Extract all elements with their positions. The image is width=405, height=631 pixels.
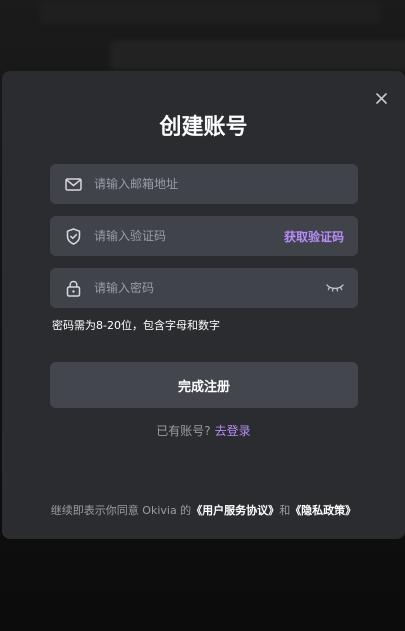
login-prompt-row: 已有账号? 去登录 xyxy=(2,422,405,439)
shield-icon xyxy=(64,227,82,245)
verification-code-input[interactable] xyxy=(92,228,284,244)
background-blur-header xyxy=(40,0,380,24)
password-hint: 密码需为8-20位，包含字母和数字 xyxy=(52,319,220,332)
background-blur-bar xyxy=(110,40,405,70)
email-field-container[interactable] xyxy=(50,164,358,204)
signup-modal: 创建账号 获取验证码 xyxy=(2,71,405,539)
user-agreement-link[interactable]: 《用户服务协议》 xyxy=(191,504,279,517)
privacy-policy-link[interactable]: 《隐私政策》 xyxy=(290,504,356,517)
go-login-link[interactable]: 去登录 xyxy=(215,424,251,438)
terms-conjunction: 和 xyxy=(279,504,291,517)
password-visibility-toggle[interactable] xyxy=(326,282,344,294)
close-icon xyxy=(375,92,387,104)
complete-registration-button[interactable]: 完成注册 xyxy=(50,362,358,408)
terms-prefix: 继续即表示你同意 Okivia 的 xyxy=(50,504,192,517)
terms-notice: 继续即表示你同意 Okivia 的《用户服务协议》和《隐私政策》 xyxy=(2,502,405,518)
get-code-button[interactable]: 获取验证码 xyxy=(284,228,344,245)
password-input[interactable] xyxy=(92,280,326,296)
login-prompt-text: 已有账号? xyxy=(156,424,211,438)
mail-icon xyxy=(64,175,82,193)
email-input[interactable] xyxy=(92,176,358,192)
code-field-container[interactable]: 获取验证码 xyxy=(50,216,358,256)
close-button[interactable] xyxy=(373,90,389,106)
lock-icon xyxy=(64,279,82,297)
password-field-container[interactable] xyxy=(50,268,358,308)
eye-closed-icon xyxy=(326,284,344,292)
modal-title: 创建账号 xyxy=(159,115,248,140)
